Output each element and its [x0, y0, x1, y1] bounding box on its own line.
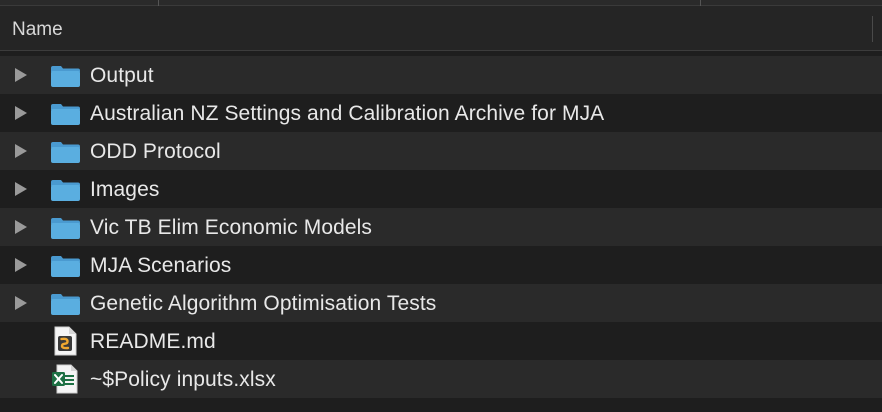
folder-icon: [51, 142, 80, 163]
folder-icon: [51, 104, 80, 125]
list-item[interactable]: Output: [0, 56, 882, 94]
column-header: Name: [0, 6, 882, 51]
finder-list-view: Name Output Australian NZ Settings and C…: [0, 0, 882, 412]
item-name: Output: [90, 64, 154, 87]
item-name: MJA Scenarios: [90, 254, 232, 277]
column-resize-handle[interactable]: [872, 16, 873, 42]
item-name: Images: [90, 178, 160, 201]
list-item[interactable]: Images: [0, 170, 882, 208]
disclosure-triangle-icon[interactable]: [15, 220, 27, 234]
item-name: Genetic Algorithm Optimisation Tests: [90, 292, 437, 315]
disclosure-triangle-icon[interactable]: [15, 106, 27, 120]
disclosure-triangle-icon[interactable]: [15, 182, 27, 196]
folder-icon: [51, 256, 80, 277]
disclosure-triangle-icon[interactable]: [15, 144, 27, 158]
list-item[interactable]: MJA Scenarios: [0, 246, 882, 284]
folder-icon: [51, 66, 80, 87]
item-name: ODD Protocol: [90, 140, 221, 163]
excel-file-icon: [52, 364, 78, 394]
list-item[interactable]: Vic TB Elim Economic Models: [0, 208, 882, 246]
item-name: Vic TB Elim Economic Models: [90, 216, 373, 239]
name-column-header[interactable]: Name: [12, 19, 63, 41]
list-item[interactable]: ODD Protocol: [0, 132, 882, 170]
list-item[interactable]: Genetic Algorithm Optimisation Tests: [0, 284, 882, 322]
folder-icon: [51, 180, 80, 201]
folder-icon: [51, 218, 80, 239]
file-list: Output Australian NZ Settings and Calibr…: [0, 56, 882, 398]
item-name: ~$Policy inputs.xlsx: [90, 368, 276, 391]
item-name: README.md: [90, 330, 216, 353]
markdown-file-icon: [54, 326, 77, 356]
list-item[interactable]: Australian NZ Settings and Calibration A…: [0, 94, 882, 132]
list-item[interactable]: README.md: [0, 322, 882, 360]
disclosure-triangle-icon[interactable]: [15, 68, 27, 82]
disclosure-triangle-icon[interactable]: [15, 296, 27, 310]
disclosure-triangle-icon[interactable]: [15, 258, 27, 272]
folder-icon: [51, 294, 80, 315]
list-item[interactable]: ~$Policy inputs.xlsx: [0, 360, 882, 398]
item-name: Australian NZ Settings and Calibration A…: [90, 102, 605, 125]
